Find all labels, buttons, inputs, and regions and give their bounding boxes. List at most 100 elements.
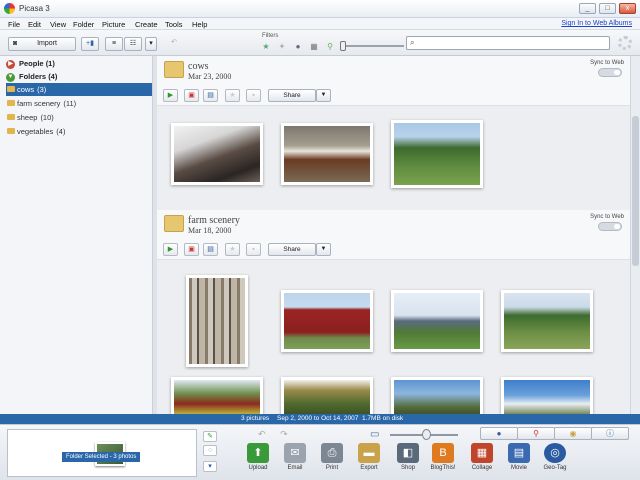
menu-tools[interactable]: Tools [165,20,183,29]
photo-thumbnail[interactable] [501,290,593,352]
tags-button[interactable]: ◉ [554,427,592,440]
menu-picture[interactable]: Picture [102,20,125,29]
faces-filter-icon[interactable]: ● [293,42,303,51]
photo-thumbnail[interactable] [171,123,263,185]
menu-edit[interactable]: Edit [28,20,41,29]
shop-button[interactable]: ◧ Shop [392,443,424,471]
search-box[interactable]: ⌕ [406,36,610,50]
clear-selection-button[interactable]: ○ [203,445,217,456]
movie-button[interactable]: ▤ [203,243,218,256]
sync-toggle[interactable] [598,222,622,231]
photo-thumbnail[interactable] [171,377,263,414]
movie-button[interactable]: ▤ [203,89,218,102]
import-button[interactable]: ◙ Import [8,37,76,51]
people-count: (1) [45,59,55,68]
star-button[interactable]: ★ [225,89,240,102]
hold-selection-button[interactable]: ✎ [203,431,217,442]
tree-view-button[interactable]: ☷ [124,37,142,51]
sync-toggle[interactable] [598,68,622,77]
photo-thumbnail[interactable] [281,123,373,185]
email-button[interactable]: ✉ Email [279,443,311,471]
status-disk-size: 1.7MB on disk [362,415,404,422]
people-group[interactable]: ▶ People (1) [6,58,152,70]
date-filter-slider-knob[interactable] [340,41,346,51]
sidebar-item-vegetables[interactable]: vegetables (4) [6,125,152,138]
uploaded-filter-icon[interactable]: ✦ [277,42,287,51]
chevron-down-icon: ▾ [149,40,153,47]
photo-library-pane: cows Mar 23, 2000 Sync to Web ▶ ▣ ▤ ★ ▪ … [157,56,630,414]
movie-create-button[interactable]: ▤ Movie [503,443,535,471]
starred-filter-icon[interactable]: ★ [261,42,271,51]
photo-thumbnail[interactable] [186,275,248,367]
people-button[interactable]: ● [480,427,518,440]
menu-folder[interactable]: Folder [73,20,94,29]
export-button[interactable]: ▬ Export [353,443,385,471]
sign-in-link[interactable]: Sign In to Web Albums [561,20,632,27]
photo-thumbnail[interactable] [501,377,593,414]
save-button[interactable]: ▪ [246,243,261,256]
play-slideshow-button[interactable]: ▶ [163,89,178,102]
menu-create[interactable]: Create [135,20,158,29]
geotag-button[interactable]: ◎ Geo-Tag [539,443,571,471]
photo-thumbnail[interactable] [281,290,373,352]
selection-label: Folder Selected - 3 photos [62,452,141,462]
selection-tray[interactable]: Folder Selected - 3 photos [7,429,197,477]
camera-icon: ◙ [13,40,18,47]
photo-thumbnail[interactable] [281,377,373,414]
menu-file[interactable]: File [8,20,20,29]
expanded-arrow-icon[interactable]: ▼ [6,72,15,82]
action-label: Print [325,465,339,471]
add-to-album-tray-button[interactable]: ▾ [203,461,217,472]
rotate-right-icon[interactable]: ↷ [280,429,288,439]
photo-thumbnail[interactable] [391,120,483,188]
tag-icon: ◉ [569,429,577,438]
main-scrollbar[interactable] [630,56,640,414]
print-button[interactable]: ⎙ Print [316,443,348,471]
properties-button[interactable]: ⓘ [591,427,629,440]
video-filter-icon[interactable]: ▦ [309,42,319,51]
blogthis-button[interactable]: B BlogThis! [427,443,459,471]
folders-group[interactable]: ▼ Folders (4) [6,71,152,83]
photo-thumbnail[interactable] [391,290,483,352]
action-label: Email [287,465,303,471]
share-dropdown-button[interactable]: ▼ [316,89,331,102]
collage-icon: ▣ [188,92,195,99]
sidebar-item-cows[interactable]: cows (3) [6,83,152,96]
save-button[interactable]: ▪ [246,89,261,102]
minimize-button[interactable]: _ [579,3,596,14]
view-dropdown-button[interactable]: ▾ [145,37,157,51]
add-to-album-button[interactable]: +▮ [81,37,99,51]
share-button[interactable]: Share [268,243,316,256]
play-slideshow-button[interactable]: ▶ [163,243,178,256]
close-button[interactable]: x [619,3,636,14]
undo-icon[interactable]: ↶ [166,37,182,51]
collage-button[interactable]: ▣ [184,243,199,256]
upload-button[interactable]: ⬆ Upload [242,443,274,471]
sidebar-item-farm-scenery[interactable]: farm scenery (11) [6,97,152,110]
sidebar-item-sheep[interactable]: sheep (10) [6,111,152,124]
date-filter-slider[interactable] [342,45,404,47]
collage-create-button[interactable]: ▦ Collage [466,443,498,471]
rotate-left-icon[interactable]: ↶ [258,429,266,439]
search-input[interactable] [421,38,606,48]
star-button[interactable]: ★ [225,243,240,256]
menu-help[interactable]: Help [192,20,207,29]
view-toggle-icon[interactable]: ▭ [370,429,384,441]
collage-button[interactable]: ▣ [184,89,199,102]
geotag-filter-icon[interactable]: ⚲ [325,42,335,51]
share-button[interactable]: Share [268,89,316,102]
scrollbar-thumb[interactable] [632,116,639,266]
album-name[interactable]: cows [188,61,209,72]
photo-thumbnail[interactable] [391,377,483,414]
thumbnail-size-knob[interactable] [422,429,431,440]
menu-view[interactable]: View [50,20,66,29]
maximize-button[interactable]: □ [599,3,616,14]
collage-icon: ▦ [471,443,493,463]
list-view-button[interactable]: ≡ [105,37,123,51]
share-dropdown-button[interactable]: ▼ [316,243,331,256]
places-button[interactable]: ⚲ [517,427,555,440]
collapsed-arrow-icon[interactable]: ▶ [6,59,15,69]
movie-icon: ▤ [207,246,214,253]
album-name[interactable]: farm scenery [188,215,240,226]
folders-label: Folders [19,72,47,81]
